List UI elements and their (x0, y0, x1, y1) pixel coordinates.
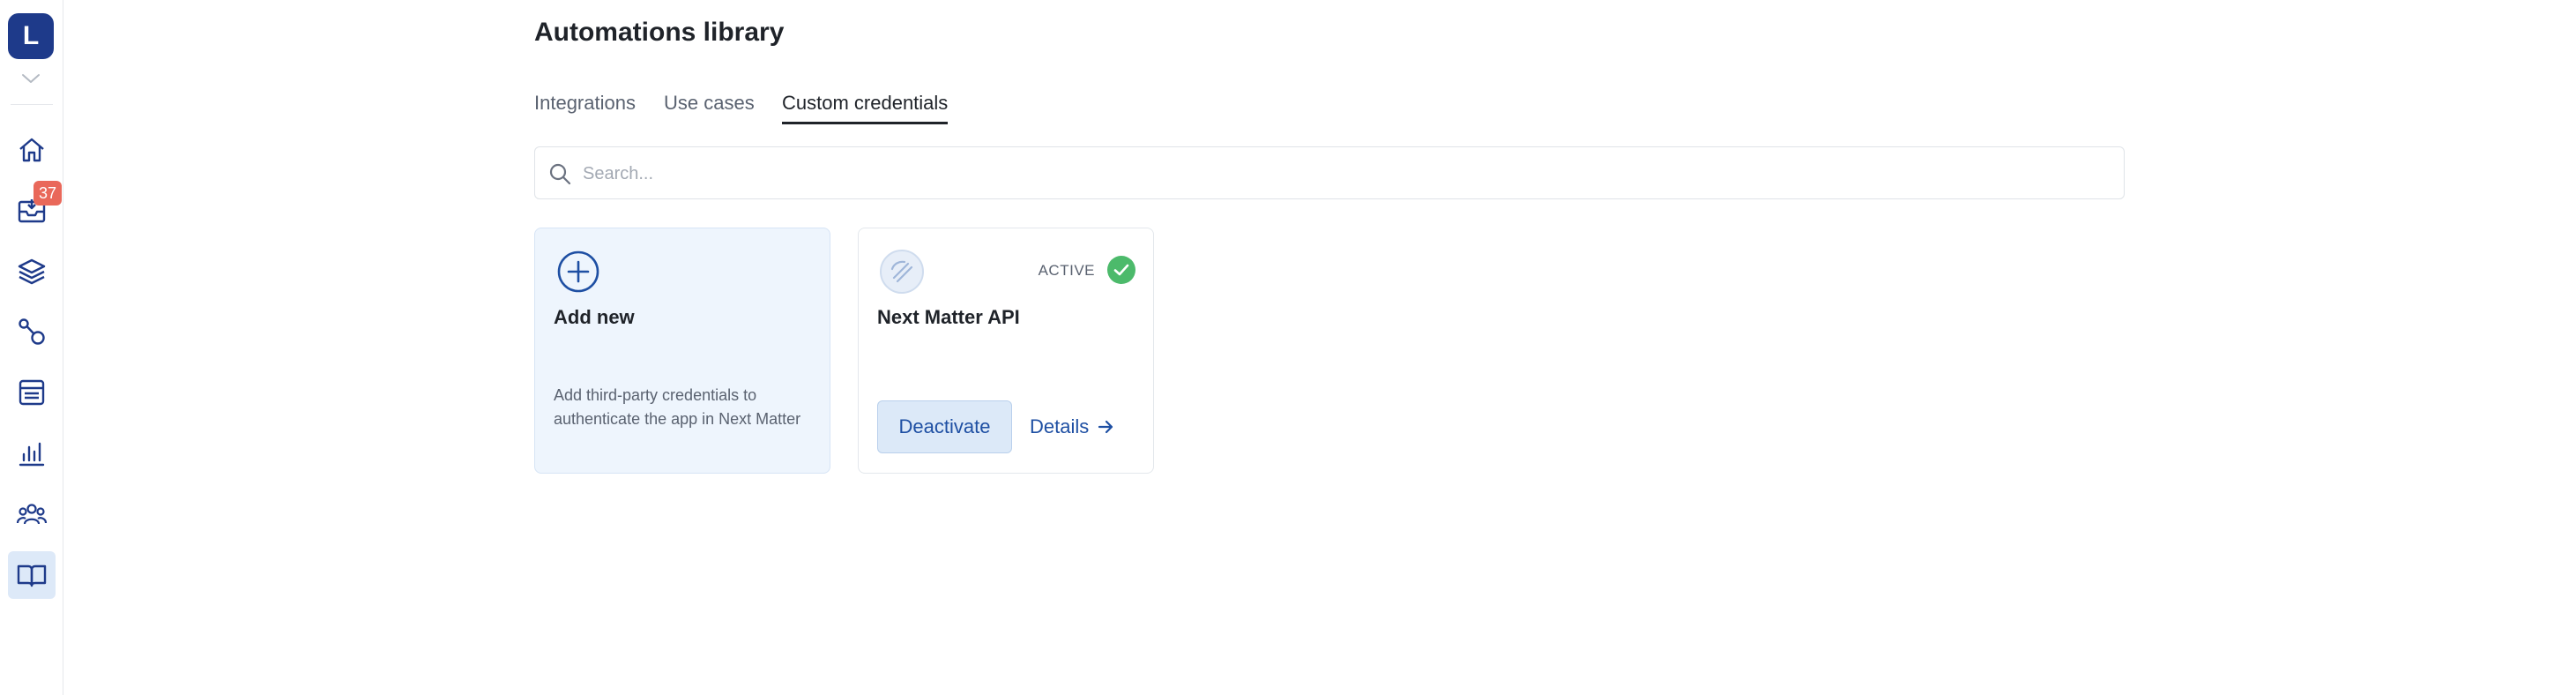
arrow-right-icon (1098, 420, 1113, 434)
workspace-logo-letter: L (22, 21, 40, 50)
add-new-description: Add third-party credentials to authentic… (554, 386, 801, 428)
sidebar-item-team[interactable] (8, 490, 56, 538)
workspace-logo[interactable]: L (8, 13, 54, 59)
layers-icon (18, 258, 46, 285)
chart-icon (19, 442, 45, 467)
status-label: ACTIVE (1038, 262, 1095, 279)
details-label: Details (1030, 415, 1090, 437)
credential-title: Next Matter API (877, 306, 1020, 328)
sidebar-item-workflows[interactable] (8, 308, 56, 355)
sidebar-item-lists[interactable] (8, 369, 56, 416)
inbox-count-badge: 37 (34, 181, 62, 206)
credential-card: ACTIVE Next Matter API Deactivate Detail… (858, 228, 1154, 474)
sidebar-divider (11, 104, 53, 105)
home-icon (19, 138, 44, 162)
search-icon (549, 163, 571, 185)
book-icon (17, 564, 47, 587)
add-new-credential-card[interactable]: Add new Add third-party credentials to a… (534, 228, 830, 474)
search-input[interactable] (581, 156, 2083, 191)
sidebar-item-home[interactable] (8, 126, 56, 174)
credential-logo (880, 250, 924, 294)
plus-circle-icon (557, 250, 599, 293)
search-box (534, 146, 2125, 199)
deactivate-button[interactable]: Deactivate (877, 400, 1012, 453)
sidebar: L 37 (0, 0, 63, 695)
page-title: Automations library (534, 18, 785, 47)
sidebar-item-analytics[interactable] (8, 430, 56, 477)
sidebar-item-layers[interactable] (8, 247, 56, 295)
team-icon (16, 504, 48, 525)
check-circle-icon (1107, 256, 1135, 284)
add-new-title: Add new (554, 306, 635, 328)
tab-integrations[interactable]: Integrations (534, 92, 636, 122)
sidebar-item-library[interactable] (8, 551, 56, 599)
tab-custom-credentials[interactable]: Custom credentials (782, 92, 949, 124)
next-matter-logo-icon (890, 260, 913, 283)
chevron-down-icon[interactable] (19, 70, 42, 87)
details-link[interactable]: Details (1030, 400, 1115, 453)
tab-use-cases[interactable]: Use cases (664, 92, 755, 122)
workflow-icon (19, 318, 45, 345)
list-icon (19, 379, 45, 406)
